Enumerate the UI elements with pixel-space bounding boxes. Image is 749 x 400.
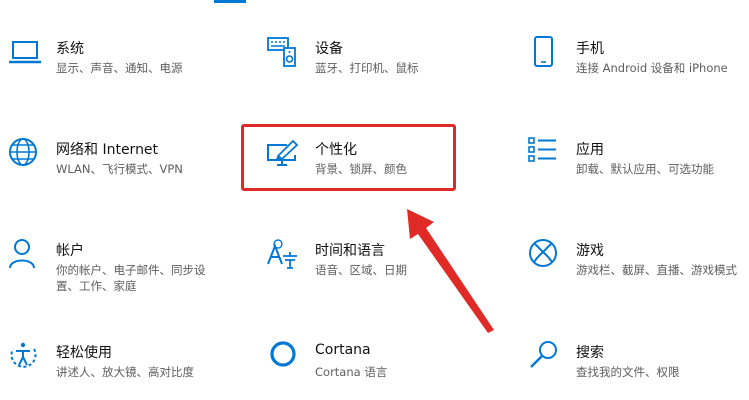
tile-apps[interactable]: 应用 卸载、默认应用、可选功能 bbox=[528, 137, 749, 197]
tile-title: 系统 bbox=[56, 41, 84, 57]
tile-system[interactable]: 系统 显示、声音、通知、电源 bbox=[8, 36, 248, 96]
tile-search[interactable]: 搜索 查找我的文件、权限 bbox=[528, 340, 749, 400]
tile-title: 网络和 Internet bbox=[56, 142, 159, 158]
tile-description: 你的帐户、电子邮件、同步设 置、工作、家庭 bbox=[56, 262, 206, 294]
tile-cortana[interactable]: Cortana Cortana 语言 bbox=[267, 340, 507, 400]
tile-description: 语音、区域、日期 bbox=[315, 263, 407, 277]
tile-phone[interactable]: 手机 连接 Android 设备和 iPhone bbox=[528, 36, 749, 96]
tile-title: 手机 bbox=[576, 41, 604, 57]
tile-title: 游戏 bbox=[576, 243, 604, 259]
tile-network[interactable]: 网络和 Internet WLAN、飞行模式、VPN bbox=[8, 137, 248, 197]
tile-title: Cortana bbox=[315, 342, 371, 358]
tile-description: 游戏栏、截屏、直播、游戏模式 bbox=[576, 263, 737, 277]
tile-title: 帐户 bbox=[56, 243, 84, 259]
keyboard-speaker-icon bbox=[267, 36, 301, 70]
highlight-box bbox=[241, 124, 456, 191]
tile-description: 蓝牙、打印机、鼠标 bbox=[315, 61, 419, 75]
tile-title: 时间和语言 bbox=[315, 243, 385, 259]
tile-description: 显示、声音、通知、电源 bbox=[56, 61, 183, 75]
tile-description: Cortana 语言 bbox=[315, 365, 388, 379]
search-icon bbox=[528, 340, 562, 374]
tile-description: 查找我的文件、权限 bbox=[576, 365, 680, 379]
globe-icon bbox=[8, 137, 42, 171]
tile-accounts[interactable]: 帐户 你的帐户、电子邮件、同步设 置、工作、家庭 bbox=[8, 238, 248, 298]
tile-title: 设备 bbox=[315, 41, 343, 57]
tile-time-language[interactable]: 时间和语言 语音、区域、日期 bbox=[267, 238, 507, 298]
tile-description: 讲述人、放大镜、高对比度 bbox=[56, 365, 194, 379]
app-list-icon bbox=[528, 137, 562, 171]
tile-title: 搜索 bbox=[576, 345, 604, 361]
tile-title: 应用 bbox=[576, 142, 604, 158]
tile-description: 连接 Android 设备和 iPhone bbox=[576, 61, 728, 75]
laptop-icon bbox=[8, 36, 42, 70]
tile-devices[interactable]: 设备 蓝牙、打印机、鼠标 bbox=[267, 36, 507, 96]
xbox-icon bbox=[528, 238, 562, 272]
time-language-icon bbox=[267, 238, 301, 272]
selected-indicator bbox=[214, 0, 246, 3]
tile-gaming[interactable]: 游戏 游戏栏、截屏、直播、游戏模式 bbox=[528, 238, 749, 298]
tile-description: 卸载、默认应用、可选功能 bbox=[576, 162, 714, 176]
tile-description: WLAN、飞行模式、VPN bbox=[56, 162, 183, 176]
cortana-icon bbox=[267, 340, 301, 374]
person-icon bbox=[8, 238, 42, 272]
ease-of-access-icon bbox=[8, 340, 42, 374]
phone-icon bbox=[528, 36, 562, 70]
tile-ease-of-access[interactable]: 轻松使用 讲述人、放大镜、高对比度 bbox=[8, 340, 248, 400]
tile-description-line: 置、工作、家庭 bbox=[56, 279, 137, 293]
tile-description-line: 你的帐户、电子邮件、同步设 bbox=[56, 263, 206, 277]
tile-title: 轻松使用 bbox=[56, 345, 112, 361]
